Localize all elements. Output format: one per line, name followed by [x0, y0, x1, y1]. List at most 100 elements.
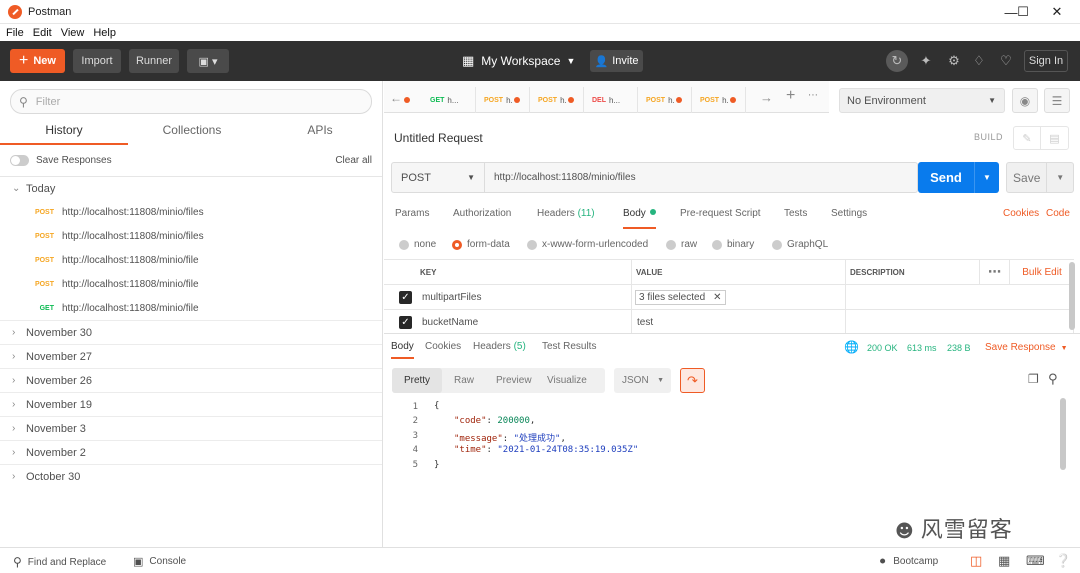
group-today[interactable]: ⌄ Today — [0, 176, 382, 200]
checkbox-checked-icon[interactable]: ✓ — [399, 316, 412, 329]
search-icon[interactable]: ⚲ — [1048, 371, 1058, 387]
radio-binary[interactable]: binary — [712, 239, 754, 250]
group-november-19[interactable]: › November 19 — [0, 392, 382, 416]
radio-x-www-form-urlencoded[interactable]: x-www-form-urlencoded — [527, 239, 648, 250]
tab-apis[interactable]: APIs — [256, 123, 384, 145]
response-scrollbar[interactable] — [1060, 398, 1066, 470]
import-button[interactable]: Import — [73, 49, 121, 73]
settings-icon[interactable]: ⚙ — [946, 53, 962, 69]
row-value[interactable]: test — [632, 310, 846, 334]
bootcamp-button[interactable]: ⚫ Bootcamp — [878, 555, 938, 568]
format-preview[interactable]: Preview — [496, 375, 532, 386]
checkbox-checked-icon[interactable]: ✓ — [399, 291, 412, 304]
group-november-3[interactable]: › November 3 — [0, 416, 382, 440]
history-item[interactable]: POST http://localhost:11808/minio/files — [0, 200, 382, 224]
radio-none[interactable]: none — [399, 239, 436, 250]
wrap-lines-icon[interactable]: ↷ — [680, 368, 705, 393]
keyboard-icon[interactable]: ⌨ — [1026, 553, 1045, 569]
radio-raw[interactable]: raw — [666, 239, 697, 250]
cookies-link[interactable]: Cookies — [1003, 208, 1039, 219]
language-select[interactable]: JSON ▼ — [614, 368, 671, 393]
invite-button[interactable]: 👤 Invite — [590, 50, 643, 72]
copy-icon[interactable]: ❐ — [1028, 372, 1039, 386]
close-icon[interactable]: ✕ — [713, 292, 721, 303]
menu-help[interactable]: Help — [93, 27, 116, 39]
tab-headers[interactable]: Headers (11) — [537, 208, 595, 219]
close-button[interactable]: ✕ — [1034, 0, 1080, 24]
menu-file[interactable]: File — [6, 27, 24, 39]
workspace-selector[interactable]: ▦ My Workspace ▼ — [462, 49, 575, 73]
two-pane-icon[interactable]: ◫ — [970, 553, 982, 569]
tab-history[interactable]: History — [0, 123, 128, 145]
layout-icon[interactable]: ▦ — [998, 553, 1010, 569]
tab-request-post[interactable]: POST h. — [476, 87, 530, 113]
format-visualize[interactable]: Visualize — [547, 375, 587, 386]
response-tab-cookies[interactable]: Cookies — [425, 341, 461, 352]
new-button[interactable]: + New — [10, 49, 65, 73]
add-tab-icon[interactable]: + — [786, 87, 795, 105]
bulk-edit-link[interactable]: Bulk Edit — [1010, 260, 1074, 284]
tab-request-post[interactable]: POST h. — [638, 87, 692, 113]
group-november-2[interactable]: › November 2 — [0, 440, 382, 464]
filter-input[interactable]: ⚲ Filter — [10, 89, 372, 114]
row-key[interactable]: multipartFiles — [414, 285, 632, 309]
heart-icon[interactable]: ♡ — [998, 53, 1014, 69]
console-button[interactable]: ▣ Console — [133, 555, 186, 568]
sync-icon[interactable]: ↻ — [886, 50, 908, 72]
code-link[interactable]: Code — [1046, 208, 1070, 219]
save-responses-toggle[interactable] — [10, 154, 29, 166]
history-item[interactable]: POST http://localhost:11808/minio/files — [0, 224, 382, 248]
response-tab-body[interactable]: Body — [391, 341, 414, 359]
arrow-left-icon[interactable]: ← — [390, 91, 402, 105]
more-options-icon[interactable]: ⋯ — [980, 260, 1010, 284]
send-button[interactable]: Send ▼ — [918, 162, 999, 193]
pencil-icon[interactable]: ✎ — [1014, 127, 1042, 149]
chevron-down-icon[interactable]: ▼ — [975, 173, 999, 182]
chevron-down-icon[interactable]: ▼ — [1047, 173, 1073, 182]
history-item[interactable]: GET http://localhost:11808/minio/file — [0, 296, 382, 320]
save-button[interactable]: Save ▼ — [1006, 162, 1074, 193]
tab-collections[interactable]: Collections — [128, 123, 256, 145]
find-and-replace-button[interactable]: ⚲ Find and Replace — [13, 555, 106, 569]
radio-form-data[interactable]: form-data — [452, 239, 510, 250]
tab-tests[interactable]: Tests — [784, 208, 807, 219]
bell-icon[interactable]: ♢ — [971, 53, 987, 69]
help-icon[interactable]: ❔ — [1055, 553, 1071, 569]
response-tab-test-results[interactable]: Test Results — [542, 341, 596, 352]
arrow-right-icon[interactable]: → — [760, 90, 773, 105]
history-item[interactable]: POST http://localhost:11808/minio/file — [0, 272, 382, 296]
group-october-30[interactable]: › October 30 — [0, 464, 382, 488]
history-item[interactable]: POST http://localhost:11808/minio/file — [0, 248, 382, 272]
tab-authorization[interactable]: Authorization — [453, 208, 511, 219]
format-raw[interactable]: Raw — [454, 375, 474, 386]
method-select[interactable]: POST ▼ — [392, 163, 485, 192]
tab-request-delete[interactable]: DEL h... — [584, 87, 638, 113]
row-value[interactable]: 3 files selected ✕ — [632, 285, 846, 309]
group-november-26[interactable]: › November 26 — [0, 368, 382, 392]
format-pretty[interactable]: Pretty — [392, 368, 442, 393]
tab-body[interactable]: Body — [623, 208, 656, 229]
url-input[interactable]: http://localhost:11808/minio/files — [485, 172, 636, 183]
more-icon[interactable]: ⋯ — [808, 90, 818, 101]
tab-params[interactable]: Params — [395, 208, 429, 219]
comment-icon[interactable]: ▤ — [1041, 127, 1068, 149]
request-scrollbar[interactable] — [1069, 262, 1075, 330]
row-description[interactable] — [846, 285, 1074, 309]
tab-request-get[interactable]: GET h... — [422, 87, 476, 113]
radio-graphql[interactable]: GraphQL — [772, 239, 828, 250]
sign-in-button[interactable]: Sign In — [1024, 50, 1068, 72]
tab-pre-request-script[interactable]: Pre-request Script — [680, 208, 761, 219]
new-window-button[interactable]: ▣ ▾ — [187, 49, 229, 73]
globe-icon[interactable]: 🌐 — [844, 340, 859, 354]
environment-selector[interactable]: No Environment ▼ — [839, 88, 1005, 113]
group-november-30[interactable]: › November 30 — [0, 320, 382, 344]
eye-icon[interactable]: ◉ — [1012, 88, 1038, 113]
group-november-27[interactable]: › November 27 — [0, 344, 382, 368]
clear-all-button[interactable]: Clear all — [335, 155, 372, 166]
runner-button[interactable]: Runner — [129, 49, 179, 73]
satellite-icon[interactable]: ✦ — [918, 53, 934, 69]
tab-request-post[interactable]: POST h. — [530, 87, 584, 113]
save-response-button[interactable]: Save Response ▼ — [985, 342, 1068, 353]
menu-view[interactable]: View — [61, 27, 85, 39]
response-tab-headers[interactable]: Headers (5) — [473, 341, 526, 352]
